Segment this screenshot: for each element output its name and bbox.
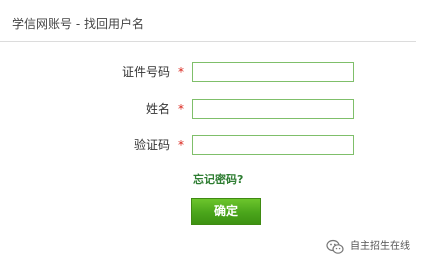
watermark: 自主招生在线 (326, 238, 410, 256)
page-header: 学信网账号 - 找回用户名 (0, 0, 416, 42)
wechat-icon (326, 239, 344, 254)
name-label: 姓名 (145, 102, 170, 116)
confirm-button[interactable]: 确定 (191, 198, 261, 225)
captcha-row: 验证码 * (0, 135, 426, 155)
id-number-label: 证件号码 (121, 65, 170, 79)
forgot-password-link[interactable]: 忘记密码? (193, 173, 243, 186)
name-row: 姓名 * (0, 99, 426, 119)
captcha-label: 验证码 (133, 138, 170, 152)
id-number-row: 证件号码 * (0, 62, 426, 82)
name-input[interactable] (192, 99, 354, 119)
required-star: * (178, 138, 184, 152)
page-title: 学信网账号 - 找回用户名 (12, 17, 144, 31)
captcha-input[interactable] (192, 135, 354, 155)
required-star: * (178, 65, 184, 79)
id-number-input[interactable] (192, 62, 354, 82)
required-star: * (178, 102, 184, 116)
watermark-text: 自主招生在线 (350, 241, 410, 252)
